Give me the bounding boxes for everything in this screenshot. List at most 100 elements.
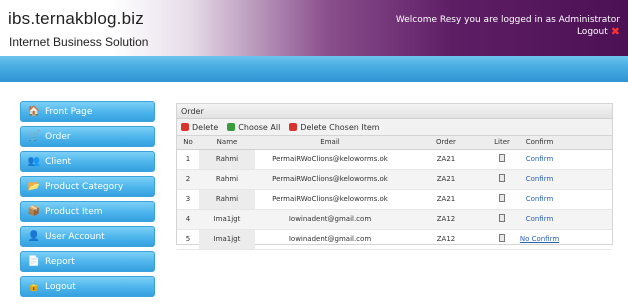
row-number: 2 (177, 169, 199, 190)
row-confirm[interactable]: Confirm (517, 169, 562, 190)
confirm-link[interactable]: Confirm (526, 195, 554, 203)
delete-button[interactable]: Delete (181, 123, 218, 132)
table-row[interactable]: 5 Ima1jgt Iowinadent@gmail.com ZA12 No C… (177, 229, 612, 250)
menu-item-logout[interactable]: 🔒 Logout (20, 276, 155, 297)
row-number: 1 (177, 149, 199, 170)
menu-item-report[interactable]: 📄 Report (20, 251, 155, 272)
header-bar: ibs.ternakblog.biz Internet Business Sol… (0, 0, 628, 56)
row-blank (562, 149, 612, 170)
menu-item-label: Front Page (45, 106, 93, 117)
row-name: Rahmi (199, 169, 255, 190)
column-header: Name (199, 136, 255, 150)
site-subtitle: Internet Business Solution (9, 35, 149, 49)
logout-icon: 🔒 (27, 281, 41, 292)
confirm-link[interactable]: Confirm (526, 215, 554, 223)
menu-item-client[interactable]: 👥 Client (20, 151, 155, 172)
menu-item-product-item[interactable]: 📦 Product Item (20, 201, 155, 222)
document-icon[interactable] (499, 194, 505, 202)
report-icon: 📄 (27, 256, 41, 267)
row-detail[interactable] (487, 229, 517, 250)
table-row[interactable]: 4 Ima1jgt Iowinadent@gmail.com ZA12 Conf… (177, 209, 612, 230)
order-toolbar: Delete Choose All Delete Chosen Item (177, 119, 612, 136)
choose-all-button[interactable]: Choose All (227, 123, 280, 132)
delete-chosen-label: Delete Chosen Item (300, 122, 380, 132)
row-detail[interactable] (487, 189, 517, 210)
client-icon: 👥 (27, 156, 41, 167)
column-header: No (177, 136, 199, 150)
welcome-text: Welcome Resy you are logged in as Admini… (395, 15, 620, 25)
menu-item-order[interactable]: 🛒 Order (20, 126, 155, 147)
choose-all-label: Choose All (238, 122, 281, 132)
document-icon[interactable] (499, 174, 505, 182)
table-header-row: No Name Email Order Liter Confirm (177, 136, 612, 150)
row-detail[interactable] (487, 209, 517, 230)
row-email: PermaiRWoClions@keloworms.ok (255, 169, 405, 190)
menu-item-front-page[interactable]: 🏠 Front Page (20, 101, 155, 122)
delete-chosen-button[interactable]: Delete Chosen Item (289, 122, 380, 132)
product-icon: 📦 (27, 206, 41, 217)
row-blank (562, 189, 612, 210)
header-logout-label[interactable]: Logout (577, 26, 608, 38)
site-title: ibs.ternakblog.biz (8, 9, 144, 28)
row-order: ZA12 (405, 209, 487, 230)
main-content: 🏠 Front Page 🛒 Order 👥 Client 📂 Product … (0, 82, 628, 306)
table-row[interactable]: 2 Rahmi PermaiRWoClions@keloworms.ok ZA2… (177, 169, 612, 190)
menu-item-product-category[interactable]: 📂 Product Category (20, 176, 155, 197)
order-panel: Order Delete Choose All Delete Chosen It… (176, 103, 613, 250)
row-number: 5 (177, 229, 199, 250)
menu-item-label: User Account (45, 231, 105, 242)
side-menu: 🏠 Front Page 🛒 Order 👥 Client 📂 Product … (20, 101, 155, 301)
row-email: Iowinadent@gmail.com (255, 209, 405, 230)
menu-item-label: Logout (45, 281, 76, 292)
column-header: Confirm (517, 136, 562, 150)
menu-item-user-account[interactable]: 👤 User Account (20, 226, 155, 247)
row-confirm[interactable]: Confirm (517, 209, 562, 230)
menu-item-label: Client (45, 156, 72, 167)
row-number: 3 (177, 189, 199, 210)
checkmark-icon (227, 123, 236, 131)
home-icon: 🏠 (27, 106, 41, 117)
column-header-blank (562, 136, 612, 150)
cart-icon: 🛒 (27, 131, 41, 142)
close-icon[interactable]: ✖ (611, 26, 620, 37)
row-name: Ima1jgt (199, 209, 255, 230)
document-icon[interactable] (499, 234, 505, 242)
delete-icon (181, 123, 189, 131)
row-confirm[interactable]: No Confirm (517, 229, 562, 250)
row-blank (562, 169, 612, 190)
column-header: Liter (487, 136, 517, 150)
menu-item-label: Report (45, 256, 75, 267)
confirm-link[interactable]: Confirm (526, 175, 554, 183)
row-order: ZA21 (405, 169, 487, 190)
menu-item-label: Product Category (45, 181, 124, 192)
row-blank (562, 209, 612, 230)
row-email: Iowinadent@gmail.com (255, 229, 405, 250)
confirm-link[interactable]: No Confirm (520, 235, 559, 243)
delete-icon (289, 123, 298, 131)
table-row[interactable]: 1 Rahmi PermaiRWoClions@keloworms.ok ZA2… (177, 149, 612, 170)
row-confirm[interactable]: Confirm (517, 149, 562, 170)
row-name: Rahmi (199, 189, 255, 210)
row-order: ZA21 (405, 189, 487, 210)
column-header: Order (405, 136, 487, 150)
delete-label: Delete (192, 122, 219, 132)
panel-title: Order (177, 104, 612, 119)
nav-bar (0, 56, 628, 82)
row-name: Rahmi (199, 149, 255, 170)
document-icon[interactable] (499, 154, 505, 162)
header-logout-link[interactable]: Logout ✖ (396, 26, 620, 38)
row-confirm[interactable]: Confirm (517, 189, 562, 210)
row-name: Ima1jgt (199, 229, 255, 250)
row-number: 4 (177, 209, 199, 230)
order-table: No Name Email Order Liter Confirm 1 Rahm… (177, 136, 612, 250)
table-row[interactable]: 3 Rahmi PermaiRWoClions@keloworms.ok ZA2… (177, 189, 612, 210)
confirm-link[interactable]: Confirm (526, 155, 554, 163)
row-email: PermaiRWoClions@keloworms.ok (255, 149, 405, 170)
document-icon[interactable] (499, 214, 505, 222)
row-detail[interactable] (487, 149, 517, 170)
row-blank (562, 229, 612, 250)
category-icon: 📂 (27, 181, 41, 192)
user-icon: 👤 (27, 231, 41, 242)
row-detail[interactable] (487, 169, 517, 190)
welcome-area: Welcome Resy you are logged in as Admini… (396, 14, 620, 38)
